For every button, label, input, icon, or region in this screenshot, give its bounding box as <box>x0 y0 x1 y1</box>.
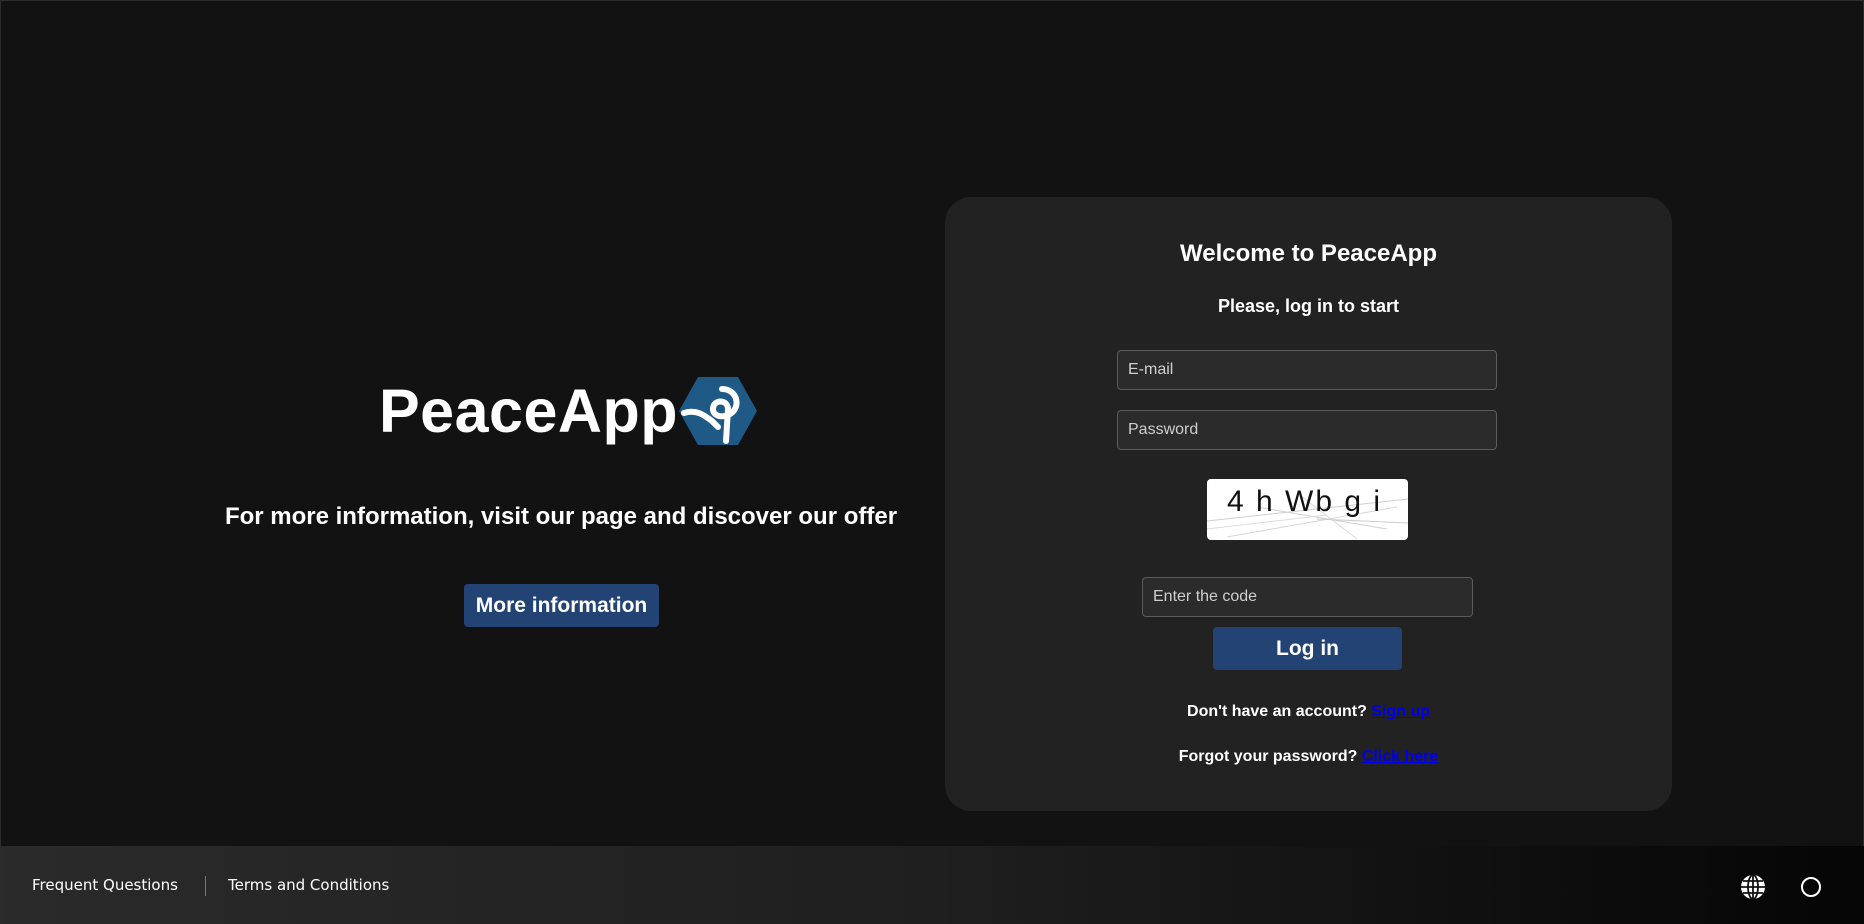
forgot-password-link[interactable]: Click here <box>1362 748 1438 765</box>
signup-line: Don't have an account? Sign up <box>945 703 1672 721</box>
faq-link[interactable]: Frequent Questions <box>32 876 178 894</box>
password-field[interactable] <box>1117 410 1497 450</box>
brand-logo: PeaceApp <box>379 373 758 449</box>
email-field[interactable] <box>1117 350 1497 390</box>
page: PeaceApp For more information, visit our… <box>0 0 1864 924</box>
peaceapp-logo-icon <box>678 377 757 445</box>
terms-link[interactable]: Terms and Conditions <box>228 876 389 894</box>
globe-icon[interactable] <box>1739 873 1767 901</box>
login-button[interactable]: Log in <box>1213 627 1402 670</box>
captcha-image: 4 h Wb g i <box>1207 479 1408 540</box>
forgot-password-line: Forgot your password? Click here <box>945 748 1672 766</box>
forgot-prompt: Forgot your password? <box>1178 748 1358 765</box>
signup-link[interactable]: Sign up <box>1371 703 1430 720</box>
brand-logo-text: PeaceApp <box>379 376 678 445</box>
login-card: Welcome to PeaceApp Please, log in to st… <box>945 197 1672 811</box>
login-subtitle: Please, log in to start <box>1217 296 1400 316</box>
captcha-code-field[interactable] <box>1142 577 1473 617</box>
signup-prompt: Don't have an account? <box>1187 703 1367 720</box>
footer: Frequent Questions Terms and Conditions <box>1 846 1864 924</box>
captcha-text: 4 h Wb g i <box>1227 485 1383 518</box>
footer-divider <box>205 876 206 896</box>
login-title: Welcome to PeaceApp <box>1180 240 1437 267</box>
more-information-button[interactable]: More information <box>464 584 659 627</box>
circle-icon[interactable] <box>1801 877 1821 897</box>
